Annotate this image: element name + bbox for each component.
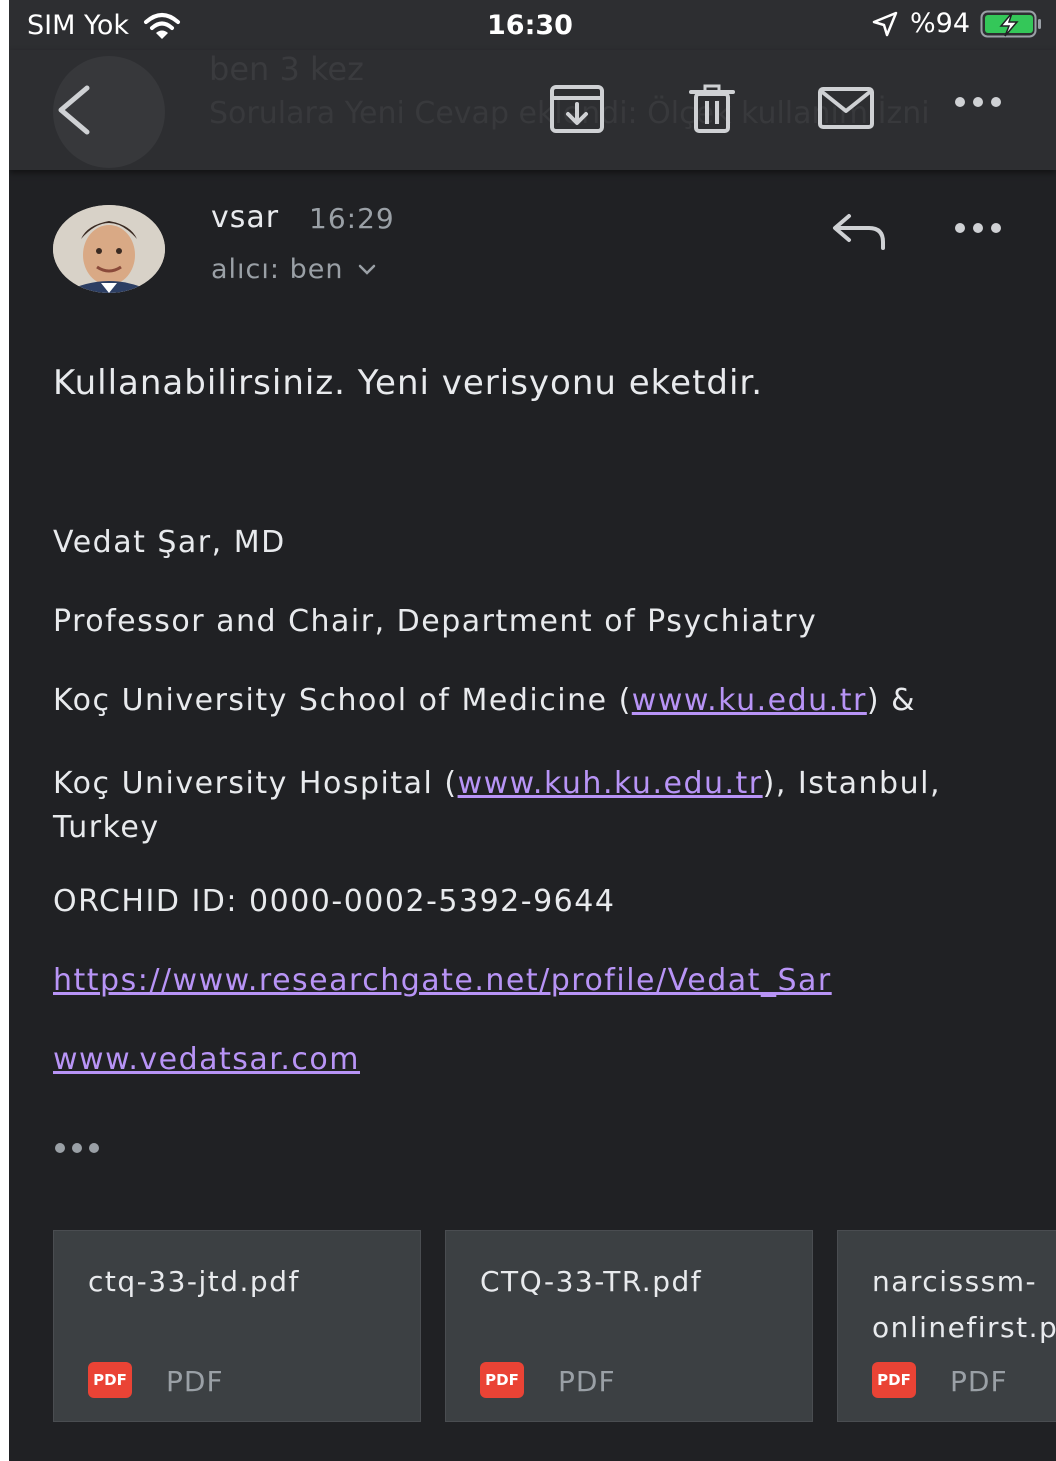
- pdf-icon: PDF: [480, 1362, 524, 1398]
- more-horizontal-icon: [955, 223, 1001, 233]
- chevron-left-icon: [58, 85, 90, 135]
- signature-website: www.vedatsar.com: [53, 1042, 360, 1077]
- attachment-type: PDF: [558, 1365, 616, 1398]
- attachment-name: narcisssm- onlinefirst.pdf: [872, 1265, 1056, 1344]
- wifi-icon: [144, 12, 181, 39]
- sender-photo: [53, 205, 165, 293]
- hospital-prefix: Koç University Hospital (: [53, 766, 458, 801]
- attachment-type: PDF: [950, 1365, 1008, 1398]
- battery-charging-icon: [980, 10, 1041, 37]
- signature-name: Vedat Şar, MD: [53, 525, 286, 560]
- status-right: %94: [872, 8, 1042, 39]
- message-time: 16:29: [309, 202, 395, 235]
- status-bar: SIM Yok 16:30 %94: [9, 0, 1056, 50]
- ku-link[interactable]: www.ku.edu.tr: [632, 683, 867, 718]
- hospital-country: Turkey: [53, 810, 160, 845]
- school-suffix: ) &: [866, 683, 916, 718]
- message-body: Kullanabilirsiniz. Yeni verisyonu eketdi…: [53, 363, 764, 403]
- hospital-suffix: ), Istanbul,: [762, 766, 941, 801]
- collapsed-sender: ben 3 kez: [209, 50, 364, 88]
- mark-unread-button[interactable]: [817, 86, 875, 134]
- toolbar-more-button[interactable]: [953, 94, 1003, 114]
- battery-percent: %94: [909, 8, 970, 39]
- school-prefix: Koç University School of Medicine (: [53, 683, 632, 718]
- show-trimmed-button[interactable]: [53, 1140, 103, 1160]
- researchgate-link[interactable]: https://www.researchgate.net/profile/Ved…: [53, 963, 832, 998]
- recipient-toggle[interactable]: alıcı: ben: [211, 254, 377, 285]
- chevron-down-icon: [359, 264, 376, 275]
- attachment-card[interactable]: CTQ-33-TR.pdf PDF PDF: [445, 1230, 813, 1422]
- signature-researchgate: https://www.researchgate.net/profile/Ved…: [53, 963, 832, 998]
- signature-title: Professor and Chair, Department of Psych…: [53, 604, 818, 639]
- archive-button[interactable]: [549, 84, 605, 138]
- signature-orchid: ORCHID ID: 0000-0002-5392-9644: [53, 884, 616, 919]
- attachment-name: CTQ-33-TR.pdf: [480, 1265, 703, 1298]
- signature-school: Koç University School of Medicine (www.k…: [53, 683, 916, 718]
- sender-avatar[interactable]: [53, 205, 165, 293]
- status-left: SIM Yok: [27, 10, 181, 41]
- attachment-card[interactable]: narcisssm- onlinefirst.pdf PDF PDF: [837, 1230, 1056, 1422]
- attachment-card[interactable]: ctq-33-jtd.pdf PDF PDF: [53, 1230, 421, 1422]
- carrier-label: SIM Yok: [27, 10, 130, 41]
- kuh-link[interactable]: www.kuh.ku.edu.tr: [458, 766, 763, 801]
- attachment-type: PDF: [166, 1365, 224, 1398]
- archive-icon: [550, 85, 604, 133]
- website-link[interactable]: www.vedatsar.com: [53, 1042, 360, 1077]
- message-more-button[interactable]: [953, 220, 1003, 240]
- attachment-name: ctq-33-jtd.pdf: [88, 1265, 300, 1298]
- reply-icon: [833, 214, 885, 250]
- location-arrow-icon: [872, 11, 898, 36]
- more-horizontal-icon: [955, 97, 1001, 107]
- recipient-label: alıcı: ben: [211, 254, 344, 285]
- back-button[interactable]: [49, 80, 99, 144]
- sender-name[interactable]: vsar: [211, 200, 279, 235]
- reply-button[interactable]: [831, 212, 887, 256]
- signature-hospital: Koç University Hospital (www.kuh.ku.edu.…: [53, 762, 941, 850]
- trash-icon: [689, 84, 735, 133]
- pdf-icon: PDF: [88, 1362, 132, 1398]
- delete-button[interactable]: [687, 84, 737, 138]
- top-toolbar: ben 3 kez Sorulara Yeni Cevap eklendi: Ö…: [9, 50, 1056, 170]
- more-horizontal-icon: [55, 1143, 99, 1153]
- clock: 16:30: [487, 10, 573, 41]
- email-screen: SIM Yok 16:30 %94 ben 3 kez Sorulara Yen…: [9, 0, 1056, 1461]
- mail-icon: [818, 87, 874, 129]
- pdf-icon: PDF: [872, 1362, 916, 1398]
